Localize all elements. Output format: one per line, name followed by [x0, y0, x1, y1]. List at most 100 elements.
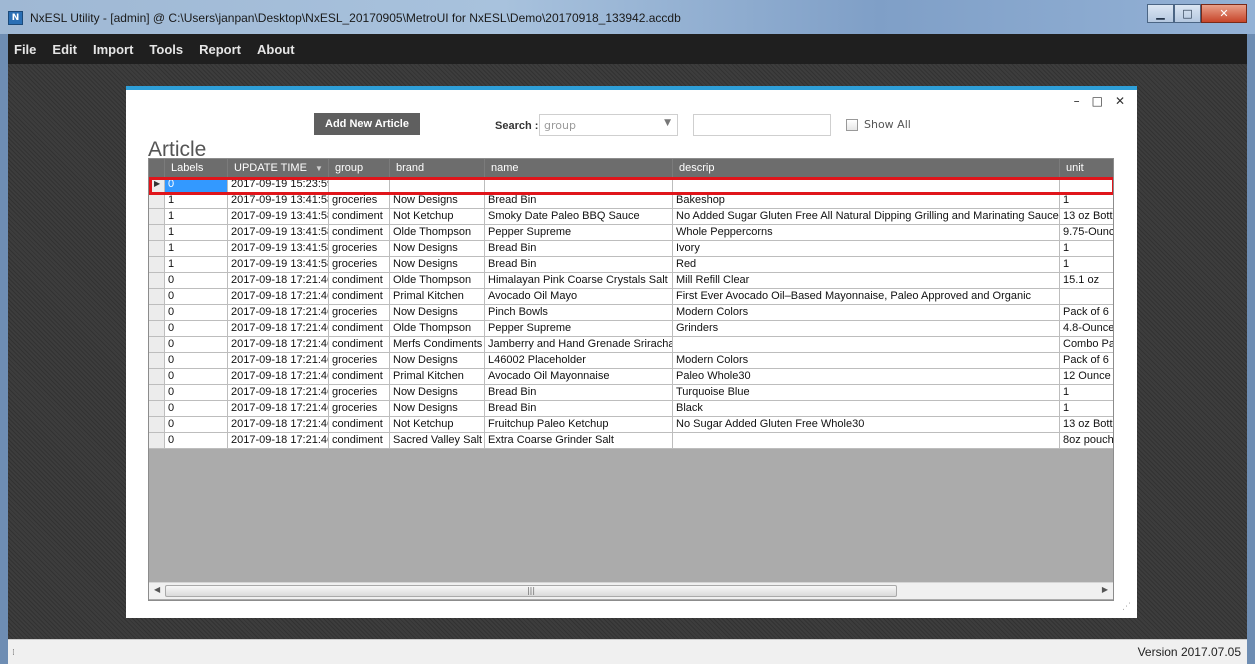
table-cell[interactable]: Olde Thompson: [390, 273, 485, 289]
show-all-checkbox[interactable]: [846, 118, 858, 131]
table-cell[interactable]: condiment: [329, 273, 390, 289]
table-cell[interactable]: [1060, 177, 1113, 193]
table-cell[interactable]: 1: [165, 241, 228, 257]
table-row[interactable]: 1 2017-09-19 13:41:58 condiment Not Ketchup…: [149, 209, 1113, 225]
column-header-descrip[interactable]: descrip: [673, 159, 1060, 177]
row-header[interactable]: [149, 225, 165, 241]
table-row[interactable]: 0 2017-09-18 17:21:46 condiment Olde Thomps…: [149, 273, 1113, 289]
table-cell[interactable]: Bread Bin: [485, 257, 673, 273]
table-cell[interactable]: 2017-09-19 13:41:58: [228, 241, 329, 257]
table-cell[interactable]: condiment: [329, 289, 390, 305]
search-field-select[interactable]: group ▼: [539, 114, 678, 136]
horizontal-scrollbar[interactable]: ◀ ||| ▶: [149, 582, 1113, 599]
table-cell[interactable]: Red: [673, 257, 1060, 273]
table-row[interactable]: 0 2017-09-18 17:21:46 condiment Primal Kitc…: [149, 289, 1113, 305]
table-cell[interactable]: 0: [165, 353, 228, 369]
row-header[interactable]: [149, 273, 165, 289]
column-header-update-time[interactable]: UPDATE TIME ▼: [228, 159, 329, 177]
table-cell[interactable]: 0: [165, 305, 228, 321]
table-cell[interactable]: Paleo Whole30: [673, 369, 1060, 385]
maximize-button[interactable]: □: [1174, 4, 1201, 23]
menu-report[interactable]: Report: [199, 42, 241, 57]
table-cell[interactable]: condiment: [329, 433, 390, 449]
show-all-toggle[interactable]: Show All: [846, 118, 911, 131]
table-cell[interactable]: 1: [1060, 385, 1113, 401]
table-cell[interactable]: 1: [1060, 241, 1113, 257]
table-cell[interactable]: Pinch Bowls: [485, 305, 673, 321]
table-cell[interactable]: 2017-09-18 17:21:46: [228, 433, 329, 449]
table-cell[interactable]: Pepper Supreme: [485, 321, 673, 337]
row-header[interactable]: [149, 193, 165, 209]
table-cell[interactable]: condiment: [329, 209, 390, 225]
table-cell[interactable]: Black: [673, 401, 1060, 417]
menu-about[interactable]: About: [257, 42, 295, 57]
table-row[interactable]: 0 2017-09-18 17:21:46 condiment Olde Thomps…: [149, 321, 1113, 337]
row-header[interactable]: [149, 257, 165, 273]
table-cell[interactable]: groceries: [329, 305, 390, 321]
dialog-close-icon[interactable]: ✕: [1115, 94, 1125, 108]
close-button[interactable]: ✕: [1201, 4, 1247, 23]
table-cell[interactable]: Avocado Oil Mayo: [485, 289, 673, 305]
table-cell[interactable]: Pepper Supreme: [485, 225, 673, 241]
table-cell[interactable]: 1: [1060, 193, 1113, 209]
table-cell[interactable]: groceries: [329, 241, 390, 257]
table-cell[interactable]: Bread Bin: [485, 385, 673, 401]
table-cell[interactable]: Turquoise Blue: [673, 385, 1060, 401]
table-cell[interactable]: Bread Bin: [485, 401, 673, 417]
table-cell[interactable]: Himalayan Pink Coarse Crystals Salt: [485, 273, 673, 289]
table-row[interactable]: 0 2017-09-18 17:21:46 groceries Now Designs…: [149, 305, 1113, 321]
search-input[interactable]: [693, 114, 831, 136]
table-cell[interactable]: 2017-09-18 17:21:46: [228, 385, 329, 401]
table-cell[interactable]: 0: [165, 401, 228, 417]
column-header-group[interactable]: group: [329, 159, 390, 177]
table-cell[interactable]: 2017-09-18 17:21:46: [228, 401, 329, 417]
table-cell[interactable]: 2017-09-18 17:21:46: [228, 369, 329, 385]
table-cell[interactable]: 1: [165, 193, 228, 209]
table-row[interactable]: 0 2017-09-18 17:21:46 condiment Merfs Condi…: [149, 337, 1113, 353]
table-cell[interactable]: 2017-09-18 17:21:46: [228, 289, 329, 305]
table-cell[interactable]: 2017-09-19 13:41:58: [228, 225, 329, 241]
table-row[interactable]: 0 2017-09-18 17:21:46 groceries Now Designs…: [149, 385, 1113, 401]
table-cell[interactable]: groceries: [329, 401, 390, 417]
table-cell[interactable]: [673, 337, 1060, 353]
scroll-thumb[interactable]: |||: [165, 585, 897, 597]
table-row[interactable]: 0 2017-09-18 17:21:46 condiment Primal Kitc…: [149, 369, 1113, 385]
table-cell[interactable]: Bakeshop: [673, 193, 1060, 209]
table-cell[interactable]: Now Designs: [390, 353, 485, 369]
table-cell[interactable]: [329, 177, 390, 193]
row-header[interactable]: ▶: [149, 177, 165, 193]
table-cell[interactable]: 2017-09-18 17:21:46: [228, 353, 329, 369]
table-cell[interactable]: 1: [165, 209, 228, 225]
row-header[interactable]: [149, 289, 165, 305]
table-cell[interactable]: 2017-09-18 17:21:46: [228, 273, 329, 289]
table-cell[interactable]: Modern Colors: [673, 305, 1060, 321]
table-row[interactable]: 0 2017-09-18 17:21:46 groceries Now Designs…: [149, 401, 1113, 417]
table-cell[interactable]: 1: [165, 257, 228, 273]
table-cell[interactable]: 15.1 oz: [1060, 273, 1113, 289]
dialog-maximize-icon[interactable]: □: [1092, 94, 1103, 108]
row-header[interactable]: [149, 337, 165, 353]
table-cell[interactable]: condiment: [329, 369, 390, 385]
table-cell[interactable]: [485, 177, 673, 193]
menu-import[interactable]: Import: [93, 42, 133, 57]
row-header[interactable]: [149, 433, 165, 449]
row-header[interactable]: [149, 321, 165, 337]
table-cell[interactable]: Pack of 6: [1060, 305, 1113, 321]
table-cell[interactable]: Sacred Valley Salt: [390, 433, 485, 449]
table-cell[interactable]: [1060, 289, 1113, 305]
table-cell[interactable]: Not Ketchup: [390, 417, 485, 433]
table-cell[interactable]: Fruitchup Paleo Ketchup: [485, 417, 673, 433]
scroll-left-icon[interactable]: ◀: [154, 585, 160, 594]
table-cell[interactable]: No Sugar Added Gluten Free Whole30: [673, 417, 1060, 433]
table-cell[interactable]: groceries: [329, 193, 390, 209]
scroll-right-icon[interactable]: ▶: [1102, 585, 1108, 594]
table-cell[interactable]: Jamberry and Hand Grenade Sriracha: [485, 337, 673, 353]
table-cell[interactable]: 13 oz Bottle: [1060, 209, 1113, 225]
table-cell[interactable]: 2017-09-19 13:41:58: [228, 257, 329, 273]
row-header[interactable]: [149, 241, 165, 257]
table-cell[interactable]: 2017-09-19 13:41:58: [228, 193, 329, 209]
table-row[interactable]: 1 2017-09-19 13:41:58 groceries Now Designs…: [149, 193, 1113, 209]
table-row[interactable]: ▶ 0 2017-09-19 15:23:59: [149, 177, 1113, 193]
table-cell[interactable]: L46002 Placeholder: [485, 353, 673, 369]
menu-file[interactable]: File: [14, 42, 36, 57]
